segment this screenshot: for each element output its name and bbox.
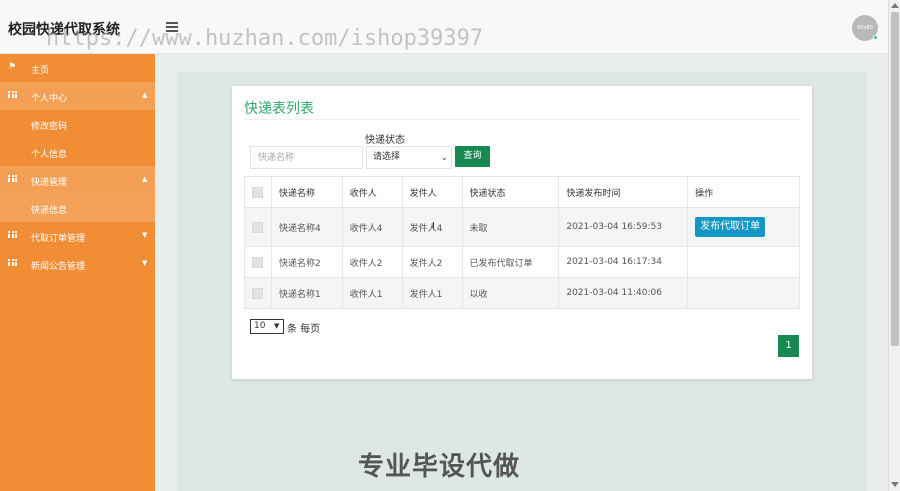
- grid-icon: [8, 259, 17, 267]
- text-cursor-icon: I: [432, 221, 435, 232]
- promo-watermark: 专业毕设代做: [358, 452, 521, 482]
- sidebar-item-pickup-orders[interactable]: 代取订单管理 ▼: [0, 222, 155, 250]
- flag-icon: ⚑: [8, 62, 17, 72]
- cell-action: [687, 277, 800, 309]
- per-page-label: 条 每页: [287, 324, 321, 335]
- online-status-dot: [873, 35, 878, 40]
- cell-time: 2021-03-04 11:40:06: [558, 277, 689, 309]
- sidebar-item-label: 代取订单管理: [31, 234, 86, 244]
- column-header[interactable]: 快递状态: [461, 176, 560, 208]
- sidebar-item-express-info[interactable]: 快递信息: [0, 194, 155, 222]
- page-size-value: 10: [254, 321, 266, 331]
- table-header-row: 快递名称 收件人 发件人 快递状态 快递发布时间 操作: [244, 176, 800, 208]
- top-header: 校园快递代取系统 80x80: [0, 0, 888, 54]
- page-button-current[interactable]: 1: [778, 335, 799, 357]
- row-select-cell: [244, 246, 272, 278]
- page-title: 快递表列表: [244, 101, 314, 117]
- sidebar-item-personal-info[interactable]: 个人信息: [0, 138, 155, 166]
- page-scrollbar[interactable]: [888, 0, 900, 491]
- column-header[interactable]: 收件人: [341, 176, 403, 208]
- query-button[interactable]: 查询: [455, 146, 490, 167]
- divider: [244, 119, 800, 120]
- scroll-up-icon[interactable]: [891, 3, 899, 8]
- table-row[interactable]: 快递名称2 收件人2 发件人2 已发布代取订单 2021-03-04 16:17…: [244, 246, 800, 278]
- status-select[interactable]: 请选择 ⌄: [366, 146, 452, 169]
- column-header: 操作: [687, 176, 800, 208]
- row-select-cell: [244, 277, 272, 309]
- app-title: 校园快递代取系统: [8, 22, 120, 38]
- status-select-value: 请选择: [373, 152, 401, 162]
- cell-sender: 发件人2: [401, 246, 463, 278]
- column-header[interactable]: 快递名称: [270, 176, 343, 208]
- row-select-cell: [244, 207, 272, 247]
- sidebar-item-label: 快递管理: [31, 178, 68, 188]
- publish-pickup-order-button[interactable]: 发布代取订单: [695, 217, 766, 237]
- sidebar: ⚑ 主页 个人中心 ▲ 修改密码 个人信息 快递管理 ▲ 快递信息 代取订单管理…: [0, 54, 155, 491]
- page-size-select[interactable]: 10 ▼: [250, 319, 284, 334]
- cell-status: 已发布代取订单: [461, 246, 560, 278]
- row-checkbox[interactable]: [252, 287, 263, 299]
- sidebar-item-label: 主页: [31, 66, 50, 76]
- scroll-down-icon[interactable]: [891, 482, 899, 487]
- cell-time: 2021-03-04 16:17:34: [558, 246, 689, 278]
- chevron-down-icon: ▼: [142, 231, 148, 239]
- chevron-up-icon: ▲: [142, 175, 148, 183]
- sidebar-item-news[interactable]: 新闻公告管理 ▼: [0, 250, 155, 278]
- chevron-down-icon: ⌄: [441, 153, 448, 162]
- scroll-thumb[interactable]: [891, 12, 899, 346]
- select-all-cell: [244, 176, 272, 208]
- cell-name: 快递名称1: [270, 277, 343, 309]
- cell-name: 快递名称4: [270, 207, 343, 247]
- row-checkbox[interactable]: [252, 256, 263, 268]
- cell-action: 发布代取订单: [687, 207, 800, 247]
- menu-toggle-icon[interactable]: [166, 22, 178, 32]
- cell-name: 快递名称2: [270, 246, 343, 278]
- sidebar-item-home[interactable]: ⚑ 主页: [0, 54, 155, 82]
- sidebar-item-change-password[interactable]: 修改密码: [0, 110, 155, 138]
- grid-icon: [8, 91, 17, 99]
- cell-recipient: 收件人1: [341, 277, 403, 309]
- cell-time: 2021-03-04 16:59:53: [558, 207, 689, 247]
- cell-status: 未取: [461, 207, 560, 247]
- chevron-down-icon: ▼: [142, 259, 148, 267]
- grid-icon: [8, 175, 17, 183]
- cell-sender: 发件人1: [401, 277, 463, 309]
- grid-icon: [8, 231, 17, 239]
- column-header[interactable]: 快递发布时间: [558, 176, 689, 208]
- select-all-checkbox[interactable]: [252, 186, 263, 198]
- sidebar-item-label: 个人信息: [31, 150, 68, 160]
- cell-recipient: 收件人4: [341, 207, 403, 247]
- sidebar-item-label: 个人中心: [31, 94, 68, 104]
- express-name-input[interactable]: [250, 146, 363, 169]
- chevron-down-icon: ▼: [274, 322, 280, 330]
- column-header[interactable]: 发件人: [401, 176, 463, 208]
- sidebar-item-personal-center[interactable]: 个人中心 ▲: [0, 82, 155, 110]
- cell-recipient: 收件人2: [341, 246, 403, 278]
- cell-action: [687, 246, 800, 278]
- table-row[interactable]: 快递名称1 收件人1 发件人1 以收 2021-03-04 11:40:06: [244, 277, 800, 309]
- sidebar-item-express-management[interactable]: 快递管理 ▲: [0, 166, 155, 194]
- table-row[interactable]: 快递名称4 收件人4 发件人4 未取 2021-03-04 16:59:53 发…: [244, 207, 800, 247]
- sidebar-item-label: 快递信息: [31, 206, 68, 216]
- express-table: 快递名称 收件人 发件人 快递状态 快递发布时间 操作 快递名称4 收件人4 发…: [244, 176, 800, 309]
- cell-status: 以收: [461, 277, 560, 309]
- status-filter-label: 快递状态: [365, 135, 405, 146]
- sidebar-item-label: 新闻公告管理: [31, 262, 86, 272]
- sidebar-item-label: 修改密码: [31, 122, 68, 132]
- row-checkbox[interactable]: [252, 221, 263, 233]
- chevron-up-icon: ▲: [142, 91, 148, 99]
